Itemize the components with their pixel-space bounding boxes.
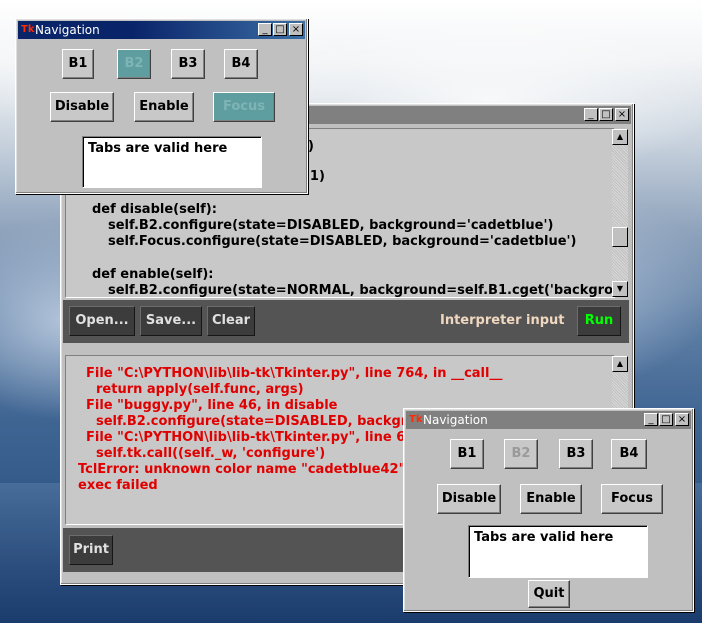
b1-button[interactable]: B1 <box>62 49 94 79</box>
b3-button[interactable]: B3 <box>171 49 205 79</box>
b4-button[interactable]: B4 <box>611 439 647 469</box>
code-line: self.B2.configure(state=NORMAL, backgrou… <box>108 283 613 298</box>
editor-toolbar: Open... Save... Clear Interpreter input … <box>63 300 629 343</box>
b3-button[interactable]: B3 <box>559 439 593 469</box>
minimize-icon[interactable]: _ <box>644 413 658 426</box>
window-title: Navigation <box>35 23 100 37</box>
scroll-thumb[interactable] <box>612 227 628 247</box>
tabs-text-field[interactable]: Tabs are valid here <box>82 136 262 188</box>
focus-button[interactable]: Focus <box>601 484 663 514</box>
nav-bottom-titlebar[interactable]: Tk Navigation _ □ × <box>406 411 691 429</box>
code-line: self.B2.configure(state=DISABLED, backgr… <box>108 218 554 233</box>
tk-app-icon: Tk <box>21 24 35 35</box>
tk-app-icon: Tk <box>409 414 423 425</box>
output-line: File "C:\PYTHON\lib\lib-tk\Tkinter.py", … <box>86 366 503 381</box>
code-scrollbar[interactable]: ▲ ▼ <box>612 129 628 297</box>
interpreter-input-label: Interpreter input <box>440 313 565 328</box>
b2-button[interactable]: B2 <box>504 439 538 469</box>
disable-button[interactable]: Disable <box>50 92 114 122</box>
quit-button[interactable]: Quit <box>528 580 570 608</box>
code-line: self.Focus.configure(state=DISABLED, bac… <box>108 234 577 249</box>
output-line: return apply(self.func, args) <box>96 382 304 397</box>
navigation-window-bottom: Tk Navigation _ □ × B1 B2 B3 B4 Disable … <box>403 408 694 612</box>
output-line: self.tk.call((self._w, 'configure') <box>96 446 326 461</box>
nav-top-titlebar[interactable]: Tk Navigation _ □ × <box>18 21 305 39</box>
maximize-icon[interactable]: □ <box>273 23 287 36</box>
b1-button[interactable]: B1 <box>450 439 484 469</box>
scroll-down-icon[interactable]: ▼ <box>612 281 628 297</box>
disable-button[interactable]: Disable <box>437 484 501 514</box>
enable-button[interactable]: Enable <box>520 484 582 514</box>
output-line: File "buggy.py", line 46, in disable <box>86 398 338 413</box>
code-line: def enable(self): <box>92 267 214 282</box>
close-icon[interactable]: × <box>289 23 303 36</box>
output-line: File "C:\PYTHON\lib\lib-tk\Tkinter.py", … <box>86 430 406 445</box>
open-button[interactable]: Open... <box>69 306 135 336</box>
output-line: self.B2.configure(state=DISABLED, backgr… <box>96 414 426 429</box>
scroll-up-icon[interactable]: ▲ <box>612 356 628 372</box>
window-title: Navigation <box>423 413 488 427</box>
output-line: exec failed <box>78 478 158 493</box>
b2-button[interactable]: B2 <box>117 49 151 79</box>
clear-button[interactable]: Clear <box>207 306 255 336</box>
focus-button[interactable]: Focus <box>213 92 275 122</box>
minimize-icon[interactable]: _ <box>258 23 272 36</box>
close-icon[interactable]: × <box>675 413 689 426</box>
output-line: TclError: unknown color name "cadetblue4… <box>78 462 406 477</box>
run-button[interactable]: Run <box>577 306 621 336</box>
minimize-icon[interactable]: _ <box>584 108 598 121</box>
print-button[interactable]: Print <box>69 535 113 565</box>
maximize-icon[interactable]: □ <box>599 108 613 121</box>
maximize-icon[interactable]: □ <box>659 413 673 426</box>
scroll-up-icon[interactable]: ▲ <box>612 129 628 145</box>
code-line: def disable(self): <box>92 202 217 217</box>
navigation-window-top: Tk Navigation _ □ × B1 B2 B3 B4 Disable … <box>15 18 308 194</box>
enable-button[interactable]: Enable <box>134 92 194 122</box>
close-icon[interactable]: × <box>615 108 629 121</box>
b4-button[interactable]: B4 <box>224 49 258 79</box>
tabs-text-field[interactable]: Tabs are valid here <box>468 525 648 578</box>
save-button[interactable]: Save... <box>140 306 202 336</box>
